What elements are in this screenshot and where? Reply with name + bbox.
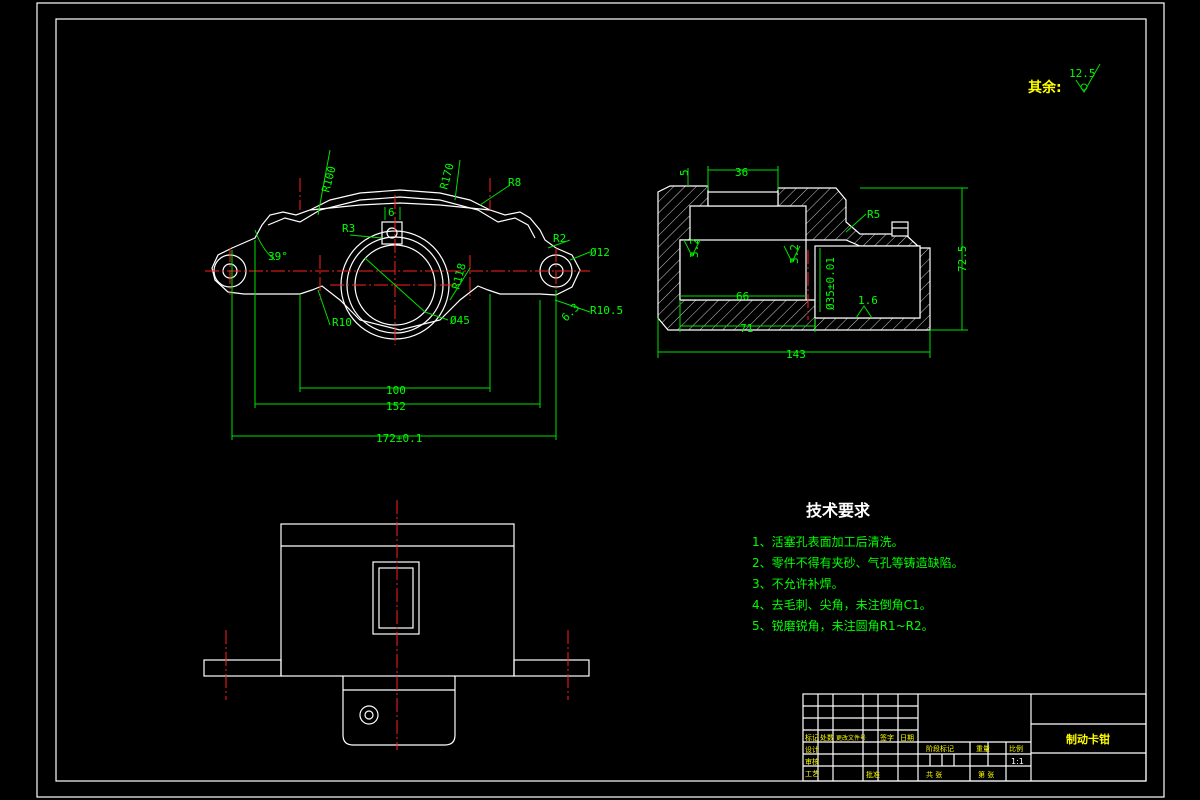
tb-label-design: 设计 [805,745,819,754]
sec-dim-72-5: 72.5 [956,246,969,273]
sec-rough-3: 1.6 [858,294,878,307]
dim-r8: R8 [508,176,521,189]
tech-req-item-2: 2、零件不得有夹砂、气孔等铸造缺陷。 [752,555,964,570]
bottom-cylinder [342,676,456,746]
front-dimension-lines [231,149,591,440]
bottom-window-outer [372,561,420,635]
inner-frame [55,18,1147,782]
bottom-flange-right [513,659,590,677]
sec-dim-phi35: Ø35±0.01 [824,257,837,310]
front-view: R100 R170 R8 R3 6 R2 Ø12 39° R118 R10 Ø4… [205,149,623,445]
tb-label-date: 日期 [900,734,914,742]
tb-label-review: 审核 [805,757,819,766]
sec-dim-71: 71 [740,322,753,335]
tb-label-sign: 签字 [880,733,894,742]
tb-label-count: 处数 [820,733,834,742]
tech-req-item-1: 1、活塞孔表面加工后清洗。 [752,534,904,549]
tb-label-mark: 标记 [805,733,819,742]
dim-r3: R3 [342,222,355,235]
section-view: 5 36 R5 3.2 3.2 1.6 Ø35±0.01 66 71 143 7… [657,166,969,361]
sec-dim-66: 66 [736,290,749,303]
dim-r170: R170 [437,162,456,191]
tech-req-title: 技术要求 [806,501,871,520]
tb-part-name: 制动卡钳 [1066,732,1110,746]
tb-label-scale: 比例 [1009,744,1023,753]
tech-req-item-4: 4、去毛刺、尖角，未注倒角C1。 [752,597,932,612]
sec-dim-r5: R5 [867,208,880,221]
bottom-view [203,500,590,750]
surface-finish-note: 其余: 12.5 [1028,63,1101,96]
tb-label-sheets: 共 张 [926,770,942,779]
tb-label-doc: 更改文件号 [836,734,866,742]
sec-rough-2: 3.2 [788,244,801,264]
sec-dim-36: 36 [735,166,748,179]
tb-label-process: 工艺 [805,770,819,778]
dim-172: 172±0.1 [376,432,422,445]
dim-r118: R118 [449,262,468,291]
dim-roughness-small: 6.3 [559,301,582,324]
section-groove [707,191,779,207]
bottom-window-inner [378,567,414,629]
tech-requirements: 技术要求 1、活塞孔表面加工后清洗。 2、零件不得有夹砂、气孔等铸造缺陷。 3、… [752,501,964,633]
dim-phi45: Ø45 [450,314,470,327]
sec-dim-5: 5 [678,169,691,176]
bottom-flange-left [203,659,282,677]
dim-r10-5: R10.5 [590,304,623,317]
dim-6: 6 [388,206,395,219]
dim-phi12: Ø12 [590,246,610,259]
dim-100: 100 [386,384,406,397]
sec-dim-143: 143 [786,348,806,361]
dim-r100: R100 [319,165,338,194]
dim-r10: R10 [332,316,352,329]
sec-rough-1: 3.2 [688,238,701,258]
bottom-port-inner [364,710,374,720]
dim-angle39: 39° [268,250,288,263]
title-block: 标记 处数 更改文件号 签字 日期 阶段标记 重量 比例 设计 审核 工艺 共 … [802,693,1147,782]
bottom-port-outer [359,705,379,725]
surface-finish-label: 其余: [1028,79,1062,96]
tb-scale-value: 1:1 [1011,757,1024,766]
tb-label-weight: 重量 [976,745,990,753]
section-bleeder [891,221,909,237]
tb-label-approve: 批准 [866,770,880,779]
bleeder-boss [381,221,403,245]
cad-drawing: 其余: 12.5 R100 R170 R8 R3 6 R2 Ø12 39° R1… [36,2,1165,798]
outer-frame [36,2,1165,798]
tb-label-stage: 阶段标记 [926,744,954,753]
dim-152: 152 [386,400,406,413]
tb-label-sheet: 第 张 [978,770,994,779]
roughness-circle [1080,83,1088,91]
tech-req-item-3: 3、不允许补焊。 [752,576,844,591]
dim-r2: R2 [553,232,566,245]
tech-req-item-5: 5、锐磨锐角，未注圆角R1~R2。 [752,618,934,633]
